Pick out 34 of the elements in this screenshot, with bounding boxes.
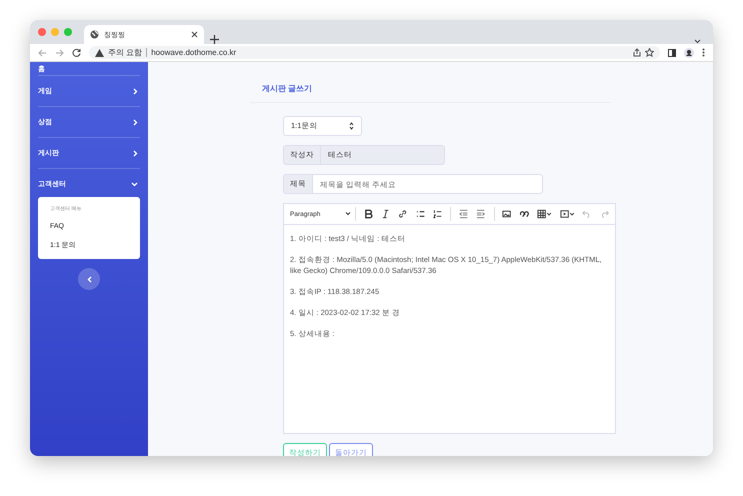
media-icon[interactable] — [560, 209, 574, 219]
sort-arrows-icon — [349, 122, 354, 130]
numbered-list-icon[interactable] — [432, 209, 442, 219]
side-panel-icon[interactable] — [668, 48, 676, 56]
outdent-icon[interactable] — [459, 209, 468, 219]
quote-icon[interactable] — [520, 209, 529, 219]
page-title: 게시판 글쓰기 — [250, 62, 611, 103]
url-text: hoowave.dothome.co.kr — [151, 48, 236, 57]
link-icon[interactable] — [398, 209, 408, 219]
chevron-down-icon — [131, 182, 138, 186]
chevron-down-icon[interactable] — [694, 39, 701, 44]
warning-icon — [95, 48, 104, 56]
table-icon[interactable] — [536, 209, 552, 219]
globe-icon — [90, 30, 99, 39]
indent-icon[interactable] — [476, 209, 486, 219]
address-bar[interactable]: 주의 요함 hoowave.dothome.co.kr — [89, 46, 660, 59]
collapse-sidebar-button[interactable] — [78, 268, 100, 290]
plus-icon[interactable] — [210, 35, 219, 44]
security-label: 주의 요함 — [108, 47, 142, 58]
share-icon[interactable] — [633, 48, 641, 57]
chevron-left-icon — [86, 276, 92, 282]
close-icon[interactable] — [191, 31, 198, 38]
chevron-right-icon — [133, 88, 138, 94]
image-icon[interactable] — [502, 209, 512, 219]
reload-icon[interactable] — [72, 48, 81, 57]
more-icon[interactable] — [702, 48, 705, 57]
bulleted-list-icon[interactable] — [416, 209, 425, 219]
chevron-right-icon — [133, 150, 138, 156]
bold-icon[interactable] — [364, 209, 374, 219]
star-icon[interactable] — [645, 48, 654, 57]
italic-icon[interactable] — [381, 209, 390, 219]
chevron-down-icon — [344, 212, 351, 216]
profile-icon[interactable] — [684, 48, 694, 58]
chevron-right-icon — [133, 118, 138, 126]
